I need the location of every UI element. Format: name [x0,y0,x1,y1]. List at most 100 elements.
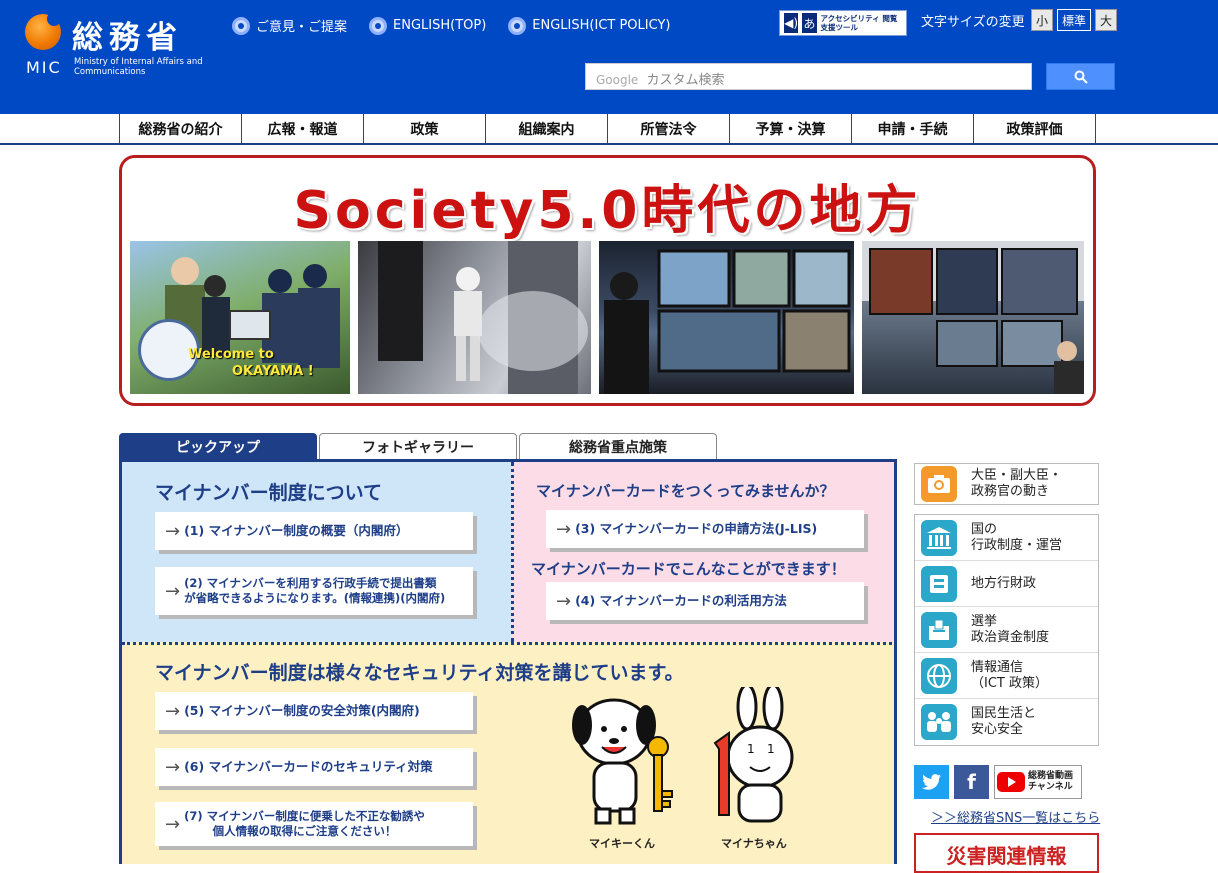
nav-organization[interactable]: 組織案内 [486,114,608,144]
font-size-label: 文字サイズの変更 [921,15,1025,30]
nav-budget[interactable]: 予算・決算 [730,114,852,144]
sidebar-item-elections[interactable]: 選挙 政治資金制度 [915,607,1098,653]
mynumber-card-application-link[interactable]: → (3) マイナンバーカードの申請方法(J-LIS) [546,510,864,548]
nav-press[interactable]: 広報・報道 [242,114,364,144]
mynumber-fraud-warning-label: (7) マイナンバー制度に便乗した不正な勧誘や 個人情報の取得にご注意ください！ [184,809,425,838]
youtube-channel-label: 総務省動画 チャンネル [1028,771,1074,792]
society5-banner[interactable]: Society5.0時代の地方 Welcome to OKAYAMA ! [119,155,1096,406]
mynumber-card-usage-label: (4) マイナンバーカードの利活用方法 [575,593,787,608]
twitter-icon[interactable] [914,765,949,799]
welcome-line-1: Welcome to [188,347,274,362]
banner-photo-okayama: Welcome to OKAYAMA ! [130,241,350,394]
family-icon [921,704,957,740]
nav-applications[interactable]: 申請・手続 [852,114,974,144]
feedback-link[interactable]: ご意見・ご提案 [232,16,347,35]
mynumber-safety-label: (5) マイナンバー制度の安全対策(内閣府) [184,703,420,718]
sidebar-item-elections-label: 選挙 政治資金制度 [971,613,1050,645]
mynumber-documents-link[interactable]: → (2) マイナンバーを利用する行政手続で提出書類 が省略できるようになります… [155,567,473,615]
mynumber-card-title: マイナンバーカードをつくってみませんか？ [536,482,835,500]
mynumber-about-title: マイナンバー制度について [155,482,383,504]
speaker-icon: ◀) [784,13,799,33]
mynumber-overview-link[interactable]: → (1) マイナンバー制度の概要（内閣府） [155,512,473,550]
svg-text:1: 1 [747,742,755,756]
nav-divider [0,143,1218,145]
arrow-right-icon: → [165,520,181,542]
disaster-info-button[interactable]: 災害関連情報 [914,833,1099,873]
arrow-right-icon: → [165,813,181,835]
logo-subtitle: Ministry of Internal Affairs and Communi… [74,57,203,77]
font-size-small-button[interactable]: 小 [1031,9,1054,31]
mynumber-card-security-link[interactable]: → (6) マイナンバーカードのセキュリティ対策 [155,748,473,786]
myna-label: マイナちゃん [721,837,787,850]
minister-activities-link[interactable]: 大臣・副大臣・ 政務官の動き [915,464,1098,504]
search-input[interactable]: Google カスタム検索 [585,63,1032,90]
logo-mic: MIC [26,58,62,77]
local-finance-icon [921,565,957,602]
mynumber-card-security-label: (6) マイナンバーカードのセキュリティ対策 [184,759,433,774]
policy-category-list: 国の 行政制度・運営 地方行財政 選挙 政治資金制度 情報通信 （ICT 政策）… [914,514,1099,746]
global-nav: 総務省の紹介 広報・報道 政策 組織案内 所管法令 予算・決算 申請・手続 政策… [119,114,1096,144]
bullet-icon [508,16,527,35]
mynumber-card-section: マイナンバーカードをつくってみませんか？ → (3) マイナンバーカードの申請方… [511,462,894,642]
mynumber-fraud-warning-link[interactable]: → (7) マイナンバー制度に便乗した不正な勧誘や 個人情報の取得にご注意くださ… [155,802,473,846]
accessibility-tool-button[interactable]: ◀) あ アクセシビリティ 閲覧支援ツール [779,10,907,36]
mynumber-card-application-label: (3) マイナンバーカードの申請方法(J-LIS) [575,521,818,536]
english-ict-label: ENGLISH(ICT POLICY) [532,18,671,33]
welcome-caption: Welcome to OKAYAMA ! [188,346,314,380]
mynumber-card-usage-link[interactable]: → (4) マイナンバーカードの利活用方法 [546,582,864,620]
font-size-buttons: 小 標準 大 [1031,9,1118,31]
sns-list-link[interactable]: ＞＞総務省SNS一覧はこちら [931,807,1100,826]
search-button[interactable] [1046,63,1115,90]
camera-icon [921,466,957,502]
english-ict-link[interactable]: ENGLISH(ICT POLICY) [508,16,670,35]
mykey-label: マイキーくん [589,837,655,850]
youtube-icon [997,772,1025,792]
arrow-right-icon: → [165,580,181,602]
mynumber-safety-link[interactable]: → (5) マイナンバー制度の安全対策(内閣府) [155,692,473,730]
mynumber-overview-label: (1) マイナンバー制度の概要（内閣府） [184,523,409,538]
tab-photo-gallery[interactable]: フォトギャラリー [319,433,517,460]
bullet-icon [369,16,388,35]
font-size-standard-button[interactable]: 標準 [1057,9,1092,31]
facebook-icon[interactable]: f [954,765,989,799]
sidebar-item-safety[interactable]: 国民生活と 安心安全 [915,699,1098,745]
arrow-right-icon: → [556,590,572,612]
nav-about[interactable]: 総務省の紹介 [120,114,242,144]
youtube-channel-button[interactable]: 総務省動画 チャンネル [994,765,1082,799]
english-top-label: ENGLISH(TOP) [393,18,487,33]
font-size-large-button[interactable]: 大 [1095,9,1118,31]
arrow-right-icon: → [165,700,181,722]
site-header: 総務省 MIC Ministry of Internal Affairs and… [0,0,1218,114]
nav-laws[interactable]: 所管法令 [608,114,730,144]
sidebar-item-local-finance[interactable]: 地方行財政 [915,561,1098,607]
tab-key-policies[interactable]: 総務省重点施策 [519,433,717,460]
nav-policy[interactable]: 政策 [364,114,486,144]
header-links: ご意見・ご提案 ENGLISH(TOP) ENGLISH(ICT POLICY) [232,16,670,35]
logo-title[interactable]: 総務省 [72,12,183,57]
tab-pickup[interactable]: ピックアップ [119,433,317,460]
search-placeholder: カスタム検索 [646,73,725,88]
sns-links: f 総務省動画 チャンネル [914,765,1082,799]
arrow-right-icon: → [165,756,181,778]
sidebar-item-administration-label: 国の 行政制度・運営 [971,521,1063,553]
globe-icon [921,657,957,694]
sidebar-item-administration[interactable]: 国の 行政制度・運営 [915,515,1098,561]
mynumber-card-uses-title: マイナンバーカードでこんなことができます！ [531,560,846,578]
banner-photo-medical [862,241,1084,394]
banner-title: Society5.0時代の地方 [293,181,922,241]
nav-evaluation[interactable]: 政策評価 [974,114,1096,144]
english-top-link[interactable]: ENGLISH(TOP) [369,16,486,35]
mynumber-documents-label: (2) マイナンバーを利用する行政手続で提出書類 が省略できるようになります。(… [184,576,446,605]
mynumber-about-section: マイナンバー制度について → (1) マイナンバー制度の概要（内閣府） → (2… [122,462,511,642]
control-room-scene [604,249,851,394]
robot-scene [378,241,588,394]
pickup-panel: マイナンバー制度について → (1) マイナンバー制度の概要（内閣府） → (2… [119,459,897,864]
government-building-icon [921,519,957,556]
minister-activities-label: 大臣・副大臣・ 政務官の動き [971,468,1063,499]
mic-logo-icon[interactable] [25,12,61,50]
sidebar-item-ict[interactable]: 情報通信 （ICT 政策） [915,653,1098,699]
google-label: Google [596,73,639,87]
banner-photo-control-room [599,241,854,394]
hiragana-icon: あ [802,13,817,33]
accessibility-label: アクセシビリティ 閲覧支援ツール [820,14,898,32]
